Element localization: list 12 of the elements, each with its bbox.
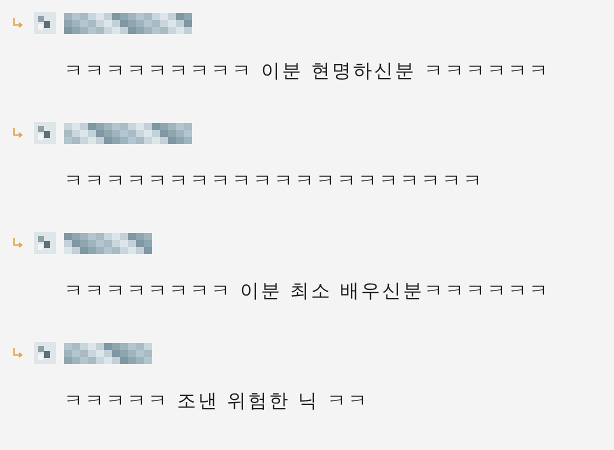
comment-text: ㅋㅋㅋㅋㅋㅋㅋㅋㅋ 이분 현명하신분 ㅋㅋㅋㅋㅋㅋ: [63, 59, 552, 84]
comment-text: ㅋㅋㅋㅋㅋㅋㅋㅋ 이분 최소 배우신분ㅋㅋㅋㅋㅋㅋ: [63, 279, 552, 304]
reply-arrow-icon: [12, 17, 24, 29]
reply-arrow-icon: [12, 347, 24, 359]
reply-arrow-icon: [12, 237, 24, 249]
comment-text: ㅋㅋㅋㅋㅋ 조낸 위험한 닉 ㅋㅋ: [63, 389, 370, 414]
avatar-icon: [34, 12, 56, 34]
reply-arrow-icon: [12, 127, 24, 139]
avatar-icon: [34, 122, 56, 144]
comment-text: ㅋㅋㅋㅋㅋㅋㅋㅋㅋㅋㅋㅋㅋㅋㅋㅋㅋㅋㅋㅋ: [63, 169, 485, 194]
avatar-icon: [34, 232, 56, 254]
avatar-icon: [34, 342, 56, 364]
